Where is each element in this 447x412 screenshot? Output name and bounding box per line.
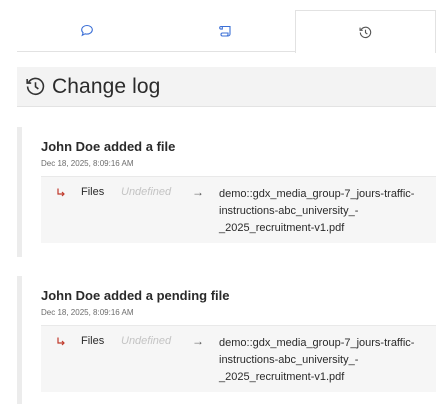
tab-document[interactable] [156, 10, 295, 51]
log-entry-timestamp: Dec 18, 2025, 8:09:16 AM [41, 159, 134, 168]
change-new-value: demo::gdx_media_group-7_jours-traffic-in… [219, 337, 415, 383]
log-entry-title: John Doe added a pending file [41, 288, 230, 303]
change-field: Files [81, 335, 105, 347]
log-entry: John Doe added a file Dec 18, 2025, 8:09… [17, 127, 436, 257]
history-icon [24, 75, 47, 98]
page-title: Change log [52, 74, 161, 98]
change-old-value: Undefined [121, 186, 172, 198]
scroll-icon [218, 24, 234, 38]
change-arrow-icon [55, 335, 67, 353]
tab-comments[interactable] [17, 10, 156, 51]
change-arrow: → [192, 185, 204, 199]
tab-history[interactable] [295, 10, 436, 53]
panel-tabs [17, 10, 436, 53]
log-entry-timestamp: Dec 18, 2025, 8:09:16 AM [41, 308, 134, 317]
history-icon [358, 25, 373, 40]
change-detail: Files Undefined → demo::gdx_media_group-… [41, 325, 436, 392]
chat-bubble-icon [80, 24, 94, 37]
change-detail: Files Undefined → demo::gdx_media_group-… [41, 176, 436, 243]
change-log-header: Change log [17, 67, 436, 107]
change-new-value: demo::gdx_media_group-7_jours-traffic-in… [219, 188, 415, 234]
change-arrow-icon [55, 186, 67, 204]
change-field: Files [81, 186, 105, 198]
change-old-value: Undefined [121, 335, 172, 347]
log-entry-title: John Doe added a file [41, 139, 176, 154]
log-entry: John Doe added a pending file Dec 18, 20… [17, 276, 436, 404]
change-arrow: → [192, 334, 204, 348]
